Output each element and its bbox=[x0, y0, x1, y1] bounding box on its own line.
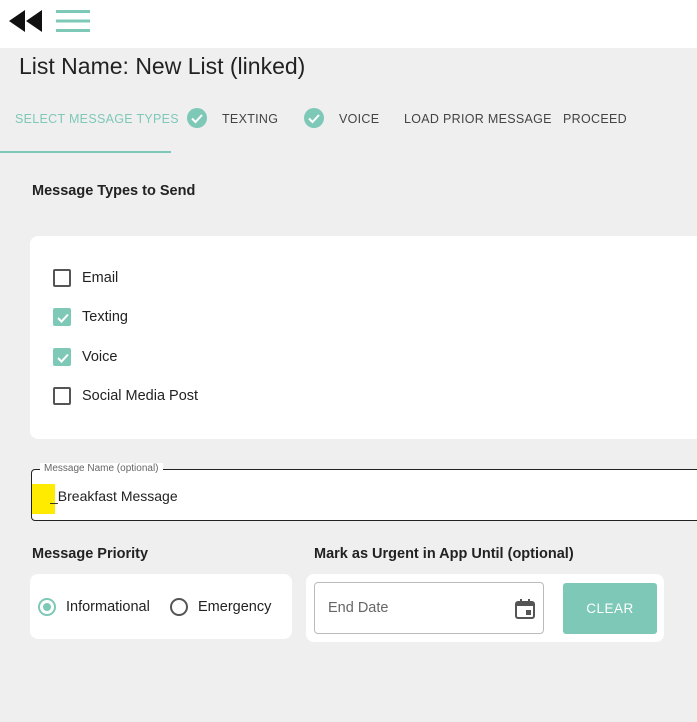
tab-label: PROCEED bbox=[563, 112, 627, 126]
page-title: List Name: New List (linked) bbox=[19, 53, 306, 79]
calendar-icon[interactable] bbox=[514, 598, 536, 620]
tab-label: TEXTING bbox=[222, 112, 279, 126]
back-icon[interactable] bbox=[9, 10, 43, 32]
tab-label: VOICE bbox=[339, 112, 380, 126]
radio-button[interactable] bbox=[38, 598, 56, 616]
radio-label: Informational bbox=[66, 599, 150, 615]
checkbox-label: Social Media Post bbox=[82, 388, 199, 404]
message-types-card: Email Texting Voice Social Media Post bbox=[30, 236, 697, 439]
message-priority-title: Message Priority bbox=[32, 546, 149, 562]
tab-label: SELECT MESSAGE TYPES bbox=[15, 112, 179, 126]
checkbox-label: Voice bbox=[82, 349, 118, 365]
checkbox-label: Texting bbox=[82, 309, 128, 325]
message-name-input[interactable] bbox=[32, 470, 692, 520]
checkbox[interactable] bbox=[53, 387, 71, 405]
priority-card: Informational Emergency bbox=[30, 574, 292, 639]
radio-label: Emergency bbox=[198, 599, 272, 615]
step-tabs: SELECT MESSAGE TYPES TEXTING VOICE LOAD … bbox=[0, 100, 697, 154]
checkmark-icon bbox=[57, 353, 69, 363]
checkbox[interactable] bbox=[53, 269, 71, 287]
urgent-title: Mark as Urgent in App Until (optional) bbox=[314, 546, 574, 562]
checkmark-icon bbox=[57, 313, 69, 323]
tab-label: LOAD PRIOR MESSAGE bbox=[404, 112, 552, 126]
message-types-title: Message Types to Send bbox=[32, 183, 196, 199]
message-name-field[interactable]: Message Name (optional) bbox=[31, 463, 697, 521]
checkbox[interactable] bbox=[53, 348, 71, 366]
end-date-placeholder: End Date bbox=[328, 600, 389, 616]
end-date-field[interactable]: End Date bbox=[314, 582, 544, 634]
checkbox[interactable] bbox=[53, 308, 71, 326]
clear-button[interactable]: CLEAR bbox=[563, 583, 657, 634]
menu-icon[interactable] bbox=[56, 10, 90, 32]
urgent-card: End Date CLEAR bbox=[306, 574, 664, 642]
check-circle-icon bbox=[304, 108, 324, 128]
check-circle-icon bbox=[187, 108, 207, 128]
checkbox-label: Email bbox=[82, 270, 119, 286]
radio-button[interactable] bbox=[170, 598, 188, 616]
active-tab-indicator bbox=[0, 151, 171, 153]
top-bar bbox=[0, 0, 697, 48]
